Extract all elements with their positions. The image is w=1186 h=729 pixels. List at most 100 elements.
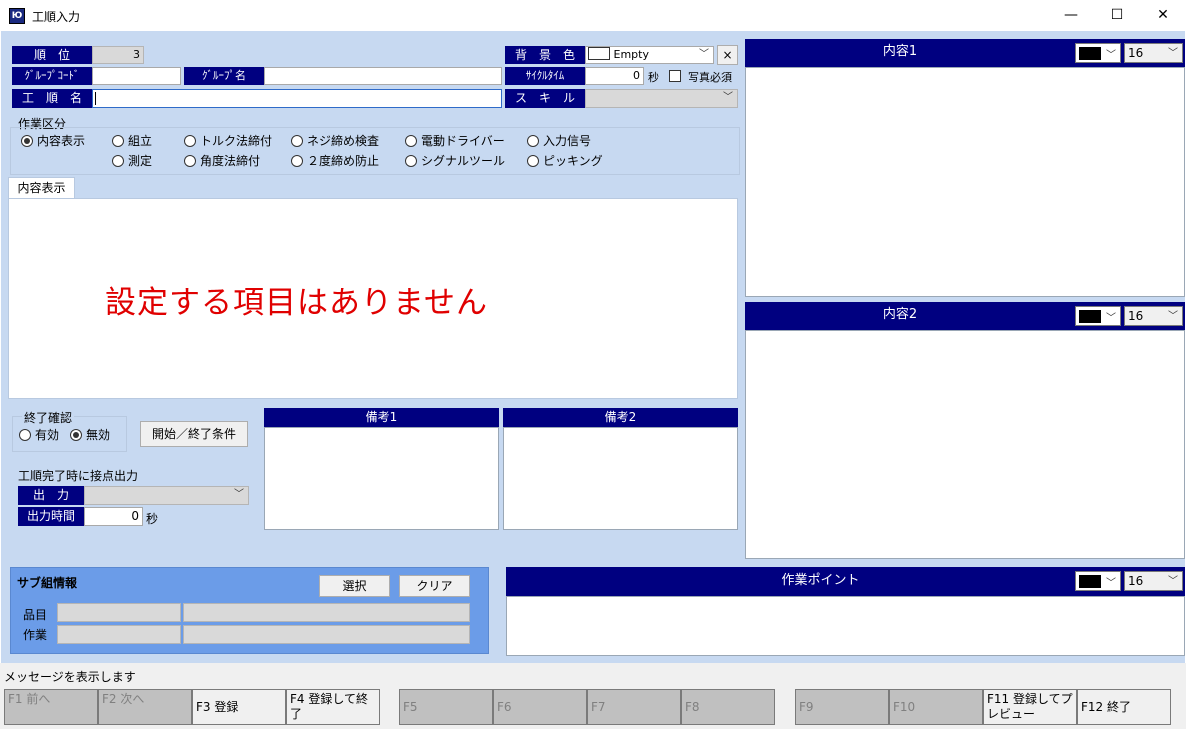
color-swatch	[1079, 575, 1101, 588]
content1-textarea[interactable]	[745, 67, 1185, 297]
window-title: 工順入力	[32, 10, 81, 24]
bg-color-combo[interactable]: Empty ﹀	[585, 46, 714, 64]
radio-dot	[112, 135, 124, 147]
no-items-message: 設定する項目はありません	[104, 285, 489, 321]
content1-color-select[interactable]: ﹀	[1075, 43, 1121, 63]
close-window-button[interactable]: ✕	[1140, 0, 1186, 31]
radio-label: トルク法締付	[200, 134, 273, 148]
size-value: 16	[1128, 46, 1144, 60]
chevron-down-icon: ﹀	[1106, 578, 1116, 589]
radio-label: 有効	[35, 428, 60, 442]
skill-select[interactable]: ﹀	[585, 89, 738, 108]
f12-exit-button[interactable]: F12 終了	[1077, 689, 1171, 725]
f8-button[interactable]: F8	[681, 689, 775, 725]
chevron-down-icon: ﹀	[1168, 311, 1178, 322]
status-bar: メッセージを表示します	[0, 663, 1186, 687]
content2-size-select[interactable]: 16 ﹀	[1124, 306, 1183, 326]
work-point-textarea[interactable]	[506, 596, 1185, 656]
sub-assembly-title: サブ組情報	[17, 576, 78, 590]
output-time-unit: 秒	[146, 512, 159, 526]
skill-label: ス キ ル	[505, 89, 585, 108]
app-icon: Ю	[9, 8, 25, 24]
item-label: 品目	[23, 608, 48, 622]
output-select[interactable]: ﹀	[84, 486, 249, 505]
f9-button[interactable]: F9	[795, 689, 889, 725]
radio-dot	[184, 155, 196, 167]
radio-electric-driver[interactable]: 電動ドライバー	[405, 134, 505, 148]
note1-textarea[interactable]	[264, 427, 499, 530]
size-value: 16	[1128, 309, 1144, 323]
end-confirm-label: 終了確認	[22, 409, 75, 426]
f7-button[interactable]: F7	[587, 689, 681, 725]
f1-prev-button[interactable]: F1 前へ	[4, 689, 98, 725]
f4-register-exit-button[interactable]: F4 登録して終了	[286, 689, 380, 725]
content2-color-select[interactable]: ﹀	[1075, 306, 1121, 326]
radio-label: 測定	[128, 154, 153, 168]
work-point-size-select[interactable]: 16 ﹀	[1124, 571, 1183, 591]
output-label: 出 力	[18, 486, 84, 505]
work-point-color-select[interactable]: ﹀	[1075, 571, 1121, 591]
radio-end-confirm-disabled[interactable]: 無効	[70, 428, 110, 442]
group-code-input[interactable]	[92, 67, 181, 85]
text-caret	[95, 92, 96, 105]
note1-title: 備考1	[264, 408, 499, 427]
chevron-down-icon: ﹀	[723, 92, 733, 103]
f11-register-preview-button[interactable]: F11 登録してプレビュー	[983, 689, 1077, 725]
clear-button[interactable]: クリア	[399, 575, 470, 597]
cycle-time-label: ｻｲｸﾙﾀｲﾑ	[505, 67, 585, 85]
radio-input-signal[interactable]: 入力信号	[527, 134, 591, 148]
chevron-down-icon: ﹀	[234, 489, 244, 500]
title-bar: Ю 工順入力 — ☐ ✕	[0, 0, 1186, 31]
radio-label: 電動ドライバー	[421, 134, 505, 148]
radio-label: 内容表示	[37, 134, 86, 148]
radio-label: ネジ締め検査	[307, 134, 380, 148]
radio-measurement[interactable]: 測定	[112, 154, 152, 168]
tab-content-display[interactable]: 内容表示	[8, 177, 75, 199]
process-name-input[interactable]	[92, 89, 502, 108]
radio-assembly[interactable]: 組立	[112, 134, 152, 148]
content2-textarea[interactable]	[745, 330, 1185, 559]
radio-dot	[19, 429, 31, 441]
radio-dot	[527, 135, 539, 147]
f6-button[interactable]: F6	[493, 689, 587, 725]
start-end-condition-button[interactable]: 開始／終了条件	[140, 421, 248, 447]
radio-dot	[527, 155, 539, 167]
bg-color-clear-button[interactable]: ×	[717, 45, 738, 65]
radio-picking[interactable]: ピッキング	[527, 154, 603, 168]
f10-button[interactable]: F10	[889, 689, 983, 725]
cycle-time-input[interactable]: 0	[585, 67, 644, 85]
note2-textarea[interactable]	[503, 427, 738, 530]
radio-dot	[21, 135, 33, 147]
photo-required-label: 写真必須	[688, 71, 732, 84]
radio-end-confirm-enabled[interactable]: 有効	[19, 428, 59, 442]
work-label: 作業	[23, 628, 48, 642]
radio-signal-tool[interactable]: シグナルツール	[405, 154, 505, 168]
minimize-button[interactable]: —	[1048, 0, 1094, 31]
radio-torque[interactable]: トルク法締付	[184, 134, 272, 148]
radio-content-display[interactable]: 内容表示	[21, 134, 85, 148]
radio-label: ２度締め防止	[307, 154, 380, 168]
radio-screw-inspection[interactable]: ネジ締め検査	[291, 134, 379, 148]
item-name-field	[183, 603, 470, 622]
f3-register-button[interactable]: F3 登録	[192, 689, 286, 725]
content1-size-select[interactable]: 16 ﹀	[1124, 43, 1183, 63]
bg-color-label: 背 景 色	[505, 46, 585, 64]
select-button[interactable]: 選択	[319, 575, 390, 597]
work-name-field	[183, 625, 470, 644]
chevron-down-icon: ﹀	[699, 49, 709, 60]
maximize-button[interactable]: ☐	[1094, 0, 1140, 31]
photo-required-checkbox[interactable]	[669, 70, 681, 82]
group-name-input[interactable]	[264, 67, 502, 85]
order-field: 3	[92, 46, 144, 64]
output-section-label: 工順完了時に接点出力	[18, 469, 139, 483]
radio-dot	[405, 135, 417, 147]
radio-label: シグナルツール	[421, 154, 506, 168]
f2-next-button[interactable]: F2 次へ	[98, 689, 192, 725]
radio-angle[interactable]: 角度法締付	[184, 154, 260, 168]
radio-label: 角度法締付	[200, 154, 261, 168]
radio-double-tighten[interactable]: ２度締め防止	[291, 154, 379, 168]
f5-button[interactable]: F5	[399, 689, 493, 725]
chevron-down-icon: ﹀	[1106, 313, 1116, 324]
color-swatch	[1079, 310, 1101, 323]
output-time-input[interactable]: 0	[84, 507, 143, 526]
